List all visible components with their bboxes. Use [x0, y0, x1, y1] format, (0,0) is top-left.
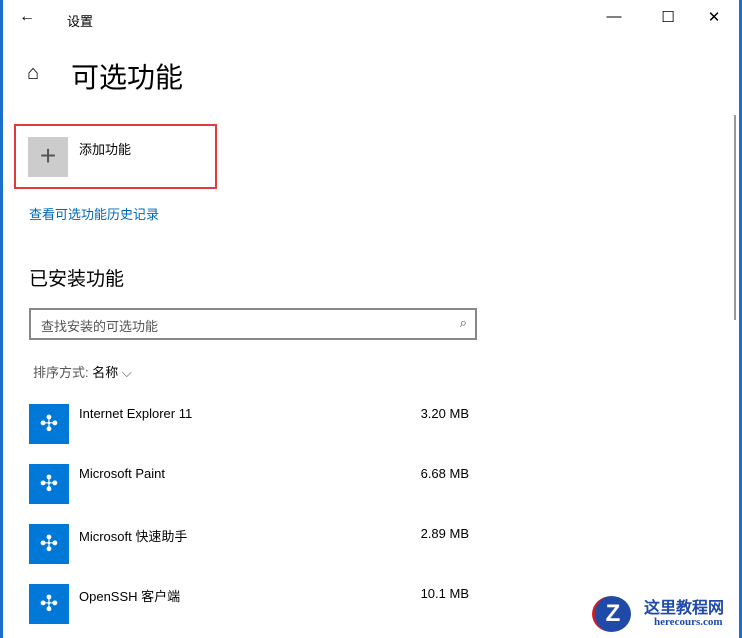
title-bar: ← 设置 — ☐ ✕	[3, 0, 739, 38]
add-feature-label: 添加功能	[79, 142, 132, 157]
window-title: 设置	[67, 14, 94, 29]
back-button[interactable]: ←	[19, 8, 35, 26]
search-icon: ⌕	[459, 315, 467, 330]
settings-window: ← 设置 — ☐ ✕ ⌂ 可选功能 + 添加功能 查看可选功能历史记录 已安装功…	[3, 0, 739, 638]
home-icon[interactable]: ⌂	[27, 62, 39, 85]
installed-heading: 已安装功能	[29, 269, 125, 290]
watermark-name: 这里教程网	[644, 598, 725, 617]
feature-size: 3.20 MB	[420, 406, 469, 421]
puzzle-icon: ✣	[29, 404, 69, 444]
feature-name: Microsoft 快速助手	[79, 529, 188, 544]
feature-size: 10.1 MB	[420, 586, 469, 601]
feature-size: 2.89 MB	[420, 526, 469, 541]
feature-item[interactable]: ✣ Microsoft Paint 6.68 MB	[29, 464, 469, 504]
puzzle-icon: ✣	[29, 584, 69, 624]
page-title: 可选功能	[71, 62, 184, 93]
puzzle-icon: ✣	[29, 524, 69, 564]
sort-value: 名称	[92, 365, 119, 380]
feature-name: Microsoft Paint	[79, 466, 165, 481]
feature-name: Internet Explorer 11	[79, 406, 193, 421]
maximize-button[interactable]: ☐	[653, 8, 683, 26]
watermark: Z 这里教程网 herecours.com	[592, 594, 737, 634]
feature-name: OpenSSH 客户端	[79, 589, 181, 604]
sort-label: 排序方式:	[33, 365, 89, 380]
feature-item[interactable]: ✣ OpenSSH 客户端 10.1 MB	[29, 584, 469, 624]
chevron-down-icon: ⌵	[121, 365, 132, 380]
history-link[interactable]: 查看可选功能历史记录	[29, 204, 159, 223]
watermark-logo: Z	[592, 596, 631, 632]
search-input[interactable]: 查找安装的可选功能 ⌕	[29, 308, 477, 340]
watermark-url: herecours.com	[654, 616, 723, 628]
feature-item[interactable]: ✣ Internet Explorer 11 3.20 MB	[29, 404, 469, 444]
scrollbar[interactable]	[734, 115, 736, 320]
feature-item[interactable]: ✣ Microsoft 快速助手 2.89 MB	[29, 524, 469, 564]
search-placeholder: 查找安装的可选功能	[41, 319, 159, 334]
plus-icon: +	[28, 137, 68, 177]
feature-size: 6.68 MB	[420, 466, 469, 481]
minimize-button[interactable]: —	[599, 8, 629, 25]
close-button[interactable]: ✕	[699, 8, 729, 26]
puzzle-icon: ✣	[29, 464, 69, 504]
sort-dropdown[interactable]: 排序方式: 名称 ⌵	[33, 362, 132, 381]
